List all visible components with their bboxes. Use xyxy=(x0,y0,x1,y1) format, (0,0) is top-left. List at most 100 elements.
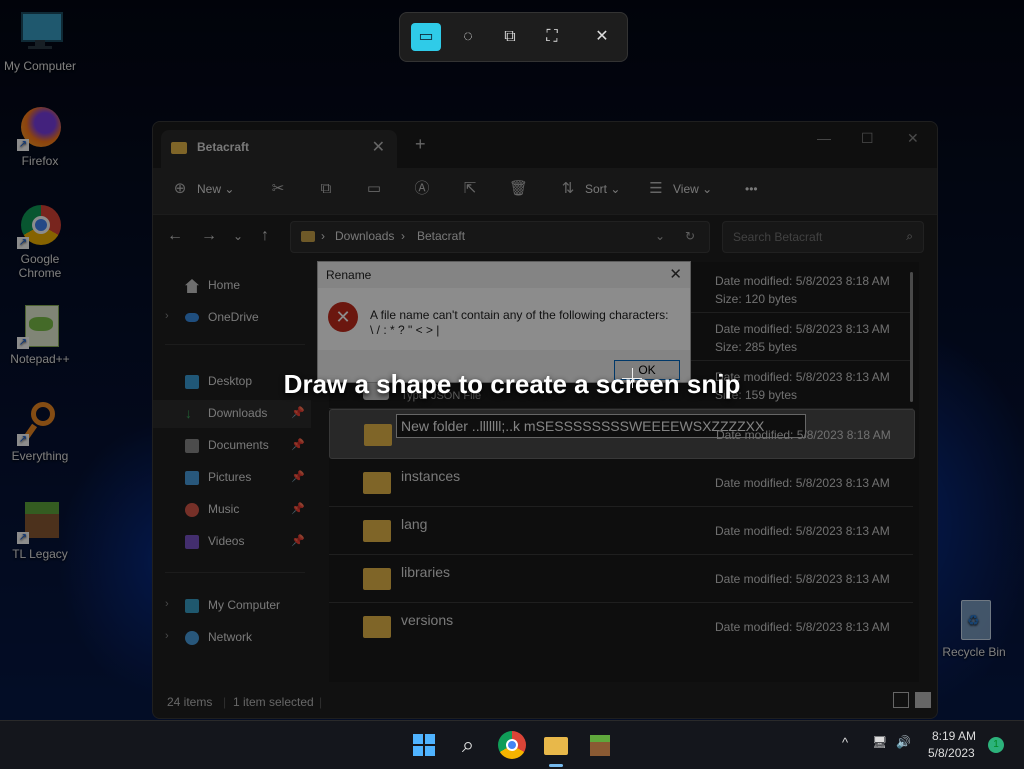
monitor-icon xyxy=(185,599,199,613)
list-item[interactable]: versions Date modified: 5/8/2023 8:13 AM xyxy=(329,602,913,650)
sidebar-item-network[interactable]: › Network xyxy=(153,624,311,652)
list-item[interactable]: instances Date modified: 5/8/2023 8:13 A… xyxy=(329,458,913,507)
pin-icon[interactable]: 📌 xyxy=(291,470,305,483)
notification-badge[interactable]: 1 xyxy=(988,737,1004,753)
fullscreen-snip-icon[interactable]: ⛶ xyxy=(537,23,567,51)
breadcrumb-downloads[interactable]: Downloads xyxy=(335,229,394,243)
tab-title: Betacraft xyxy=(197,140,250,154)
pin-icon[interactable]: 📌 xyxy=(291,534,305,547)
sidebar-item-music[interactable]: Music 📌 xyxy=(153,496,311,524)
search-box[interactable]: Search Betacraft ⌕ xyxy=(722,221,924,253)
selection-count: 1 item selected xyxy=(233,695,314,709)
divider: | xyxy=(319,695,323,709)
breadcrumb-betacraft[interactable]: Betacraft xyxy=(417,229,465,243)
network-icon[interactable]: 🖥 xyxy=(872,735,887,749)
list-item-selected[interactable]: New folder ..lllllll;..k mSESSSSSSSSWEEE… xyxy=(329,409,915,459)
back-icon[interactable]: ← xyxy=(167,227,183,245)
share-icon[interactable]: ⇱ xyxy=(461,180,479,198)
search-icon[interactable]: ⌕ xyxy=(454,731,482,759)
desktop-icon-everything[interactable]: ↗ Everything xyxy=(0,400,80,463)
sidebar-item-videos[interactable]: Videos 📌 xyxy=(153,528,311,556)
sidebar-item-my-computer[interactable]: › My Computer xyxy=(153,592,311,620)
chevron-up-icon[interactable]: ^ xyxy=(842,735,848,750)
file-explorer-icon[interactable] xyxy=(542,731,570,759)
desktop-icon-notepad-plus-plus[interactable]: ↗ Notepad++ xyxy=(0,303,80,366)
start-icon[interactable] xyxy=(410,731,438,759)
new-button[interactable]: New ⌄ xyxy=(197,182,234,196)
up-icon[interactable]: ↑ xyxy=(261,227,269,245)
pin-icon[interactable]: 📌 xyxy=(291,438,305,451)
address-dropdown-icon[interactable]: ⌄ xyxy=(655,229,665,243)
shortcut-arrow-icon: ↗ xyxy=(17,139,29,151)
chrome-icon[interactable] xyxy=(498,731,526,759)
delete-icon[interactable]: 🗑 xyxy=(509,180,528,198)
close-icon[interactable]: ✕ xyxy=(587,23,617,51)
desktop-icon-firefox[interactable]: ↗ Firefox xyxy=(0,105,80,168)
command-bar: ⊕ New ⌄ ✂ ⧉ ▭ Ⓐ ⇱ 🗑 ⇅ Sort ⌄ ☰ View ⌄ ••… xyxy=(153,168,937,215)
folder-icon xyxy=(364,424,392,446)
details-view-icon[interactable] xyxy=(893,692,909,708)
cut-icon[interactable]: ✂ xyxy=(269,180,287,198)
close-icon[interactable]: ✕ xyxy=(669,265,682,283)
divider xyxy=(165,572,305,573)
address-bar[interactable]: › Downloads › Betacraft ⌄ ↻ xyxy=(290,221,710,253)
close-tab-icon[interactable]: ✕ xyxy=(372,137,385,157)
maximize-icon[interactable]: ☐ xyxy=(861,130,874,147)
freeform-snip-icon[interactable]: ◌ xyxy=(453,23,483,51)
volume-icon[interactable]: 🔊 xyxy=(896,735,911,749)
desktop-icon-my-computer[interactable]: My Computer xyxy=(0,10,80,73)
clock-time[interactable]: 8:19 AM xyxy=(932,729,976,743)
sidebar-item-downloads[interactable]: ↓ Downloads 📌 xyxy=(153,400,311,428)
pin-icon[interactable]: 📌 xyxy=(291,502,305,515)
minimize-icon[interactable]: — xyxy=(817,130,831,146)
sort-icon: ⇅ xyxy=(561,180,575,197)
desktop-icon-tl-legacy[interactable]: ↗ TL Legacy xyxy=(0,498,80,561)
pin-icon[interactable]: 📌 xyxy=(291,406,305,419)
title-bar: Betacraft ✕ + — ☐ ✕ xyxy=(153,122,937,168)
sort-button[interactable]: Sort ⌄ xyxy=(585,182,620,196)
paste-icon[interactable]: ▭ xyxy=(365,180,383,198)
sidebar-item-onedrive[interactable]: › OneDrive xyxy=(153,304,311,332)
chrome-icon: ↗ xyxy=(17,203,63,249)
chevron-right-icon[interactable]: › xyxy=(165,630,169,642)
new-tab-icon[interactable]: + xyxy=(415,134,426,155)
shortcut-arrow-icon: ↗ xyxy=(17,532,29,544)
cloud-icon xyxy=(185,313,199,322)
desktop-icon-label: TL Legacy xyxy=(12,547,68,561)
tiles-view-icon[interactable] xyxy=(915,692,931,708)
window-snip-icon[interactable]: ⧉ xyxy=(495,23,525,51)
desktop-icon-label: Google Chrome xyxy=(18,252,62,280)
snip-instruction: Draw a shape to create a screen snip xyxy=(283,369,741,399)
more-options-button[interactable]: ••• xyxy=(745,182,758,196)
view-icon: ☰ xyxy=(649,180,663,197)
rename-icon[interactable]: Ⓐ xyxy=(413,180,431,198)
list-item[interactable]: libraries Date modified: 5/8/2023 8:13 A… xyxy=(329,554,913,603)
network-icon xyxy=(185,631,199,645)
chevron-right-icon[interactable]: › xyxy=(165,598,169,610)
minecraft-block-icon[interactable] xyxy=(586,731,614,759)
forward-icon[interactable]: → xyxy=(201,227,217,245)
crosshair-cursor-icon xyxy=(622,378,642,379)
desktop-icon-chrome[interactable]: ↗ Google Chrome xyxy=(0,203,80,280)
list-item[interactable]: lang Date modified: 5/8/2023 8:13 AM xyxy=(329,506,913,555)
recent-locations-icon[interactable]: ⌄ xyxy=(233,229,243,243)
desktop-icon-label: Firefox xyxy=(21,154,59,168)
recycle-bin-icon: ♻ xyxy=(951,596,997,642)
view-button[interactable]: View ⌄ xyxy=(673,182,712,196)
copy-icon[interactable]: ⧉ xyxy=(317,180,335,198)
refresh-icon[interactable]: ↻ xyxy=(685,229,695,243)
minecraft-block-icon: ↗ xyxy=(17,498,63,544)
sidebar-item-documents[interactable]: Documents 📌 xyxy=(153,432,311,460)
dialog-message: A file name can't contain any of the fol… xyxy=(370,308,669,322)
clock-date[interactable]: 5/8/2023 xyxy=(928,746,975,760)
divider: | xyxy=(223,695,227,709)
desktop-icon-label: Everything xyxy=(11,449,69,463)
chevron-right-icon[interactable]: › xyxy=(165,310,169,322)
sidebar-item-home[interactable]: Home xyxy=(153,272,311,300)
rectangle-snip-icon[interactable]: ▭ xyxy=(411,23,441,51)
close-window-icon[interactable]: ✕ xyxy=(907,130,919,147)
tab-betacraft[interactable]: Betacraft ✕ xyxy=(161,130,397,168)
desktop-icon-recycle-bin[interactable]: ♻ Recycle Bin xyxy=(934,596,1014,659)
sidebar-item-pictures[interactable]: Pictures 📌 xyxy=(153,464,311,492)
divider xyxy=(165,344,305,345)
